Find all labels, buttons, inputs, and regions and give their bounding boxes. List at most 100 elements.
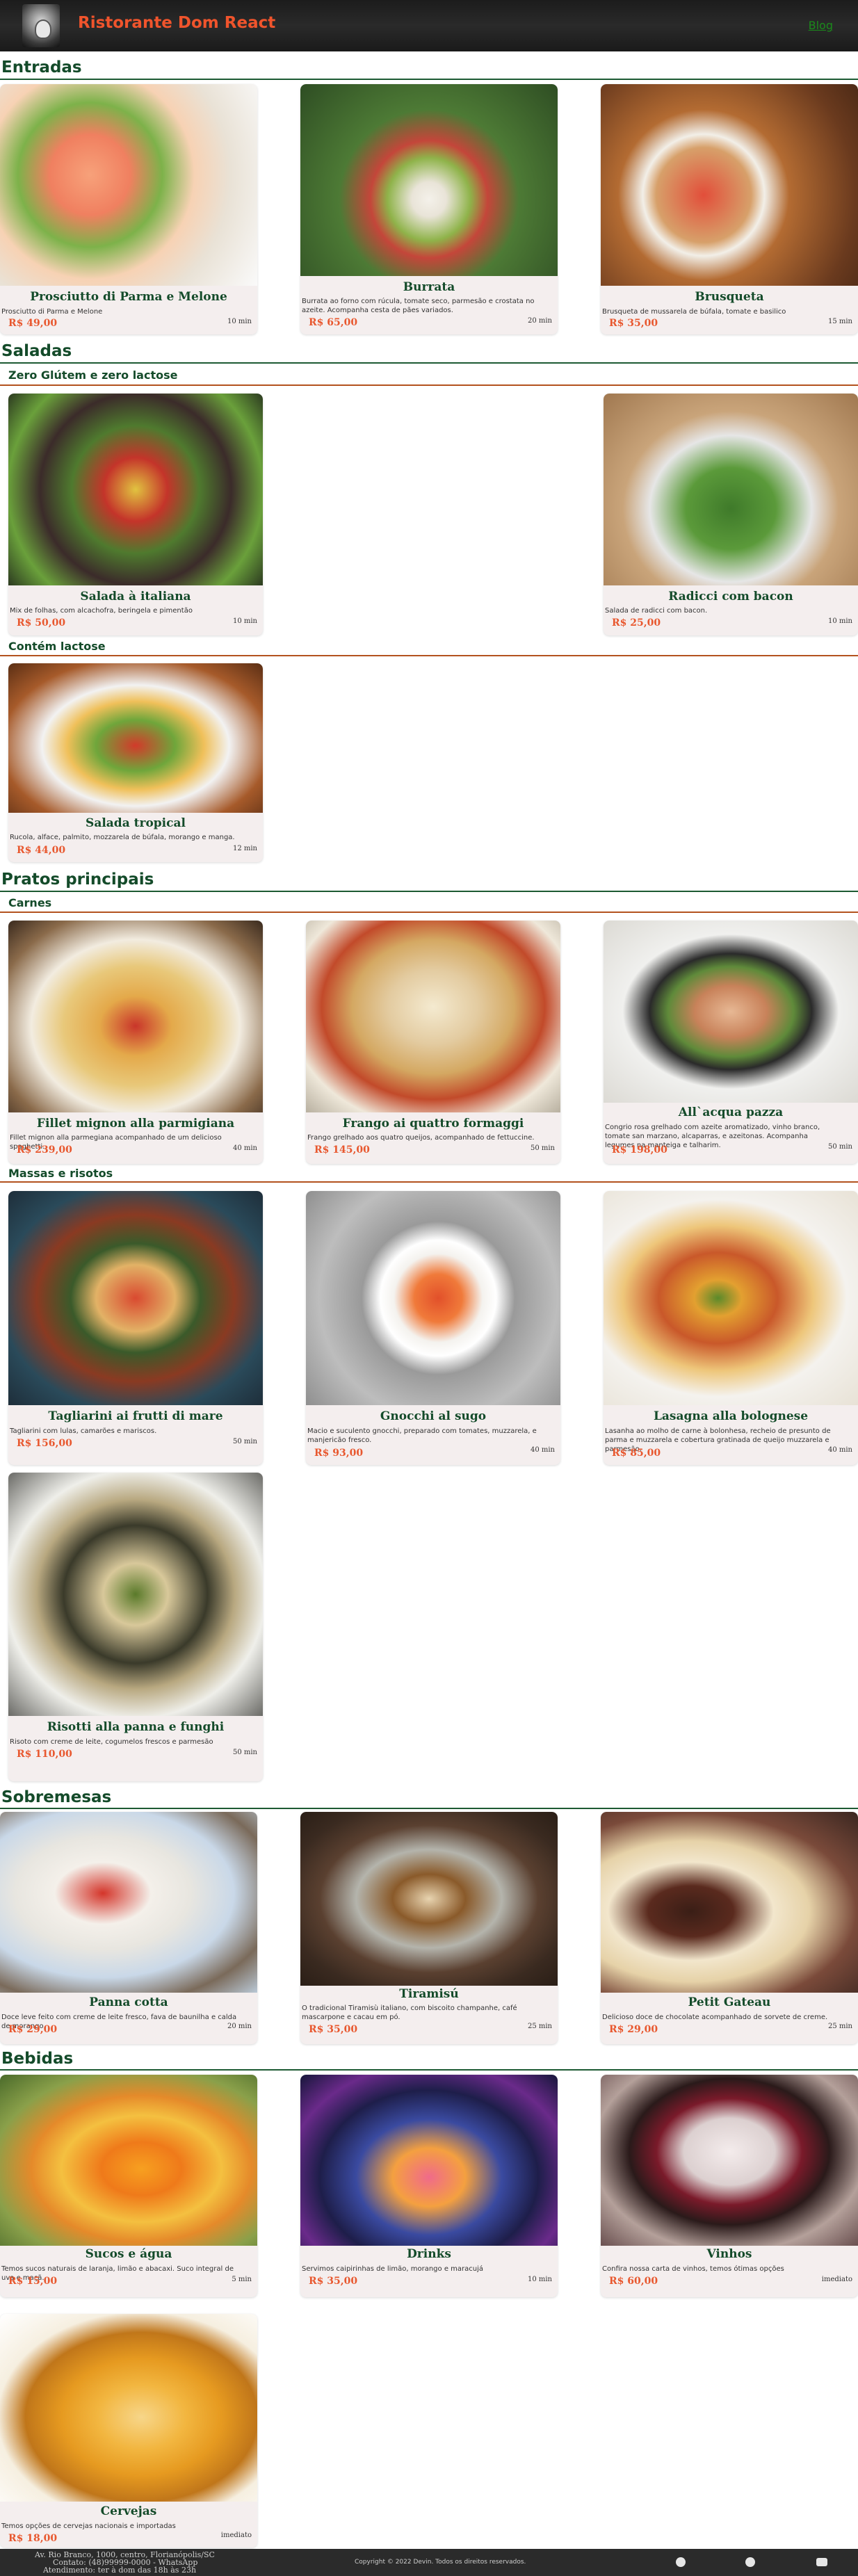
dish-name: Salada tropical <box>86 816 186 830</box>
menu-card-burrata[interactable]: Burrata Burrata ao forno com rúcula, tom… <box>300 84 558 334</box>
dish-price: R$ 15,00 <box>8 2276 58 2287</box>
dish-name: Cervejas <box>100 2504 157 2518</box>
dish-description: Rucola, alface, palmito, mozzarela de bú… <box>10 834 235 841</box>
prep-time: 10 min <box>227 318 252 325</box>
dish-name: Frango ai quattro formaggi <box>342 1117 524 1131</box>
section-divider <box>0 1808 858 1809</box>
dish-image <box>601 2075 858 2246</box>
subsection-divider <box>0 655 858 656</box>
dish-price: R$ 198,00 <box>612 1144 667 1156</box>
dish-image <box>601 84 858 286</box>
menu-card-panna-cotta[interactable]: Panna cotta Doce leve feito com creme de… <box>0 1812 257 2044</box>
prep-time: 5 min <box>232 2276 252 2283</box>
site-footer: Av. Rio Branco, 1000, centro, Florianópo… <box>0 2549 858 2576</box>
dish-description: Tagliarini com lulas, camarões e marisco… <box>10 1427 157 1435</box>
dish-image <box>300 1812 558 1986</box>
prep-time: 25 min <box>827 2023 852 2030</box>
menu-card-acqua-pazza[interactable]: All`acqua pazza Congrio rosa grelhado co… <box>604 921 858 1164</box>
dish-price: R$ 35,00 <box>309 2024 358 2035</box>
prep-time: 25 min <box>527 2023 552 2030</box>
menu-card-fillet[interactable]: Fillet mignon alla parmigiana Fillet mig… <box>8 921 263 1164</box>
dish-image <box>8 1473 263 1716</box>
github-icon[interactable] <box>676 2557 686 2567</box>
subsection-title-contem-lactose: Contém lactose <box>8 640 106 653</box>
menu-card-prosciutto[interactable]: Prosciutto di Parma e Melone Prosciutto … <box>0 84 257 334</box>
menu-card-salada-tropical[interactable]: Salada tropical Rucola, alface, palmito,… <box>8 663 263 862</box>
dish-image <box>306 921 560 1112</box>
menu-card-brusqueta[interactable]: Brusqueta Brusqueta de mussarela de búfa… <box>601 84 858 334</box>
dish-image <box>8 921 263 1112</box>
dish-description: Macio e suculento gnocchi, preparado com… <box>307 1427 537 1444</box>
menu-card-lasagna[interactable]: Lasagna alla bolognese Lasanha ao molho … <box>604 1191 858 1465</box>
dish-name: Brusqueta <box>695 290 764 304</box>
prep-time: 20 min <box>227 2023 252 2030</box>
section-title-entradas: Entradas <box>1 58 82 76</box>
restaurant-logo[interactable] <box>22 4 60 47</box>
prep-time: 12 min <box>232 845 257 852</box>
prep-time: 20 min <box>527 317 552 325</box>
menu-card-salada-italiana[interactable]: Salada à italiana Mix de folhas, com alc… <box>8 394 263 635</box>
dish-description: Burrata ao forno com rúcula, tomate seco… <box>302 298 535 314</box>
menu-card-gnocchi[interactable]: Gnocchi al sugo Macio e suculento gnocch… <box>306 1191 560 1465</box>
menu-card-risotti[interactable]: Risotti alla panna e funghi Risoto com c… <box>8 1473 263 1781</box>
prep-time: 40 min <box>530 1446 555 1454</box>
dish-image <box>8 663 263 813</box>
dish-name: Salada à italiana <box>80 590 191 604</box>
dish-image <box>604 1191 858 1405</box>
brand-name[interactable]: Ristorante Dom React <box>78 14 275 32</box>
dish-description: Confira nossa carta de vinhos, temos óti… <box>602 2265 784 2273</box>
dish-name: Tiramisú <box>399 1987 459 2001</box>
dish-image <box>8 1191 263 1405</box>
dish-name: Radicci com bacon <box>668 590 793 604</box>
dish-name: Panna cotta <box>89 1995 168 2009</box>
dish-price: R$ 44,00 <box>17 845 66 856</box>
prep-time: 10 min <box>827 617 852 625</box>
dish-price: R$ 50,00 <box>17 617 66 629</box>
dish-name: Tagliarini ai frutti di mare <box>48 1409 223 1423</box>
menu-card-tiramisu[interactable]: Tiramisú O tradicional Tiramisù italiano… <box>300 1812 558 2044</box>
prep-time: 50 min <box>827 1143 852 1151</box>
blog-link[interactable]: Blog <box>809 19 833 32</box>
dish-description: Temos opções de cervejas nacionais e imp… <box>1 2522 176 2530</box>
dish-price: R$ 85,00 <box>612 1448 661 1459</box>
dish-price: R$ 29,00 <box>8 2024 58 2035</box>
section-divider <box>0 891 858 892</box>
prep-time: 50 min <box>530 1144 555 1152</box>
dish-description: Brusqueta de mussarela de búfala, tomate… <box>602 308 786 316</box>
dish-price: R$ 49,00 <box>8 318 58 329</box>
menu-card-tagliarini[interactable]: Tagliarini ai frutti di mare Tagliarini … <box>8 1191 263 1465</box>
dish-image <box>0 2314 257 2502</box>
footer-copyright: Copyright © 2022 Devin. Todos os direito… <box>355 2559 526 2566</box>
dish-image <box>0 84 257 286</box>
subsection-divider <box>0 384 858 386</box>
dish-description: Mix de folhas, com alcachofra, beringela… <box>10 607 193 615</box>
menu-card-petit-gateau[interactable]: Petit Gateau Delicioso doce de chocolate… <box>601 1812 858 2044</box>
section-divider <box>0 2069 858 2071</box>
youtube-icon[interactable] <box>816 2558 827 2566</box>
menu-card-cervejas[interactable]: Cervejas Temos opções de cervejas nacion… <box>0 2314 257 2547</box>
dish-name: Drinks <box>407 2247 451 2261</box>
prep-time: imediato <box>220 2532 252 2539</box>
dish-description: Prosciutto di Parma e Melone <box>1 308 103 316</box>
subsection-title-massas: Massas e risotos <box>8 1167 113 1180</box>
menu-card-sucos[interactable]: Sucos e água Temos sucos naturais de lar… <box>0 2075 257 2297</box>
menu-card-vinhos[interactable]: Vinhos Confira nossa carta de vinhos, te… <box>601 2075 858 2297</box>
footer-address-block: Av. Rio Branco, 1000, centro, Florianópo… <box>35 2551 215 2574</box>
dish-image <box>0 1812 257 1993</box>
dish-image <box>604 921 858 1103</box>
dish-name: Fillet mignon alla parmigiana <box>36 1117 235 1131</box>
dish-name: Lasagna alla bolognese <box>653 1409 809 1423</box>
menu-card-frango[interactable]: Frango ai quattro formaggi Frango grelha… <box>306 921 560 1164</box>
dish-description: Frango grelhado aos quatro queijos, acom… <box>307 1134 535 1142</box>
facebook-icon[interactable] <box>745 2557 755 2567</box>
dish-price: R$ 60,00 <box>609 2276 658 2287</box>
dish-name: Petit Gateau <box>688 1995 771 2009</box>
dish-price: R$ 93,00 <box>314 1448 364 1459</box>
prep-time: imediato <box>821 2276 852 2283</box>
footer-hours: Atendimento: ter à dom das 18h às 23h <box>43 2566 197 2575</box>
dish-name: Burrata <box>403 280 455 294</box>
menu-card-radicci[interactable]: Radicci com bacon Salada de radicci com … <box>604 394 858 635</box>
dish-image <box>8 394 263 585</box>
dish-image <box>306 1191 560 1405</box>
menu-card-drinks[interactable]: Drinks Servimos caipirinhas de limão, mo… <box>300 2075 558 2297</box>
